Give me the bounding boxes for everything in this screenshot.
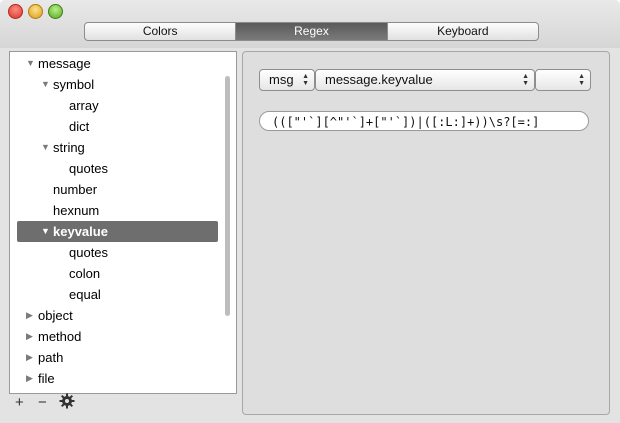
regex-input[interactable]: ((["'`][^"'`]+["'`])|([:L:]+))\s?[=:] xyxy=(259,111,589,131)
tree-item-label: path xyxy=(38,350,64,365)
gear-icon[interactable] xyxy=(59,393,75,414)
tab-control: Colors Regex Keyboard xyxy=(84,22,539,41)
tree-item[interactable]: ▶ object xyxy=(10,305,218,326)
tab-colors[interactable]: Colors xyxy=(85,23,237,40)
tree-item[interactable]: dict xyxy=(10,116,218,137)
tree-item[interactable]: ▼ message xyxy=(10,53,218,74)
tree-item-label: quotes xyxy=(69,245,109,260)
chevron-updown-icon: ▲ ▼ xyxy=(302,73,309,87)
minimize-button[interactable] xyxy=(28,4,43,19)
rule-popup[interactable]: message.keyvalue ▲ ▼ xyxy=(315,69,535,91)
rule-popup-value: message.keyvalue xyxy=(325,72,433,87)
scope-popup-value: msg xyxy=(269,72,294,87)
scrollbar[interactable] xyxy=(225,76,230,316)
close-button[interactable] xyxy=(8,4,23,19)
scope-popup[interactable]: msg ▲ ▼ xyxy=(259,69,315,91)
tree-item-label: file xyxy=(38,371,55,386)
tree-item[interactable]: array xyxy=(10,95,218,116)
tree-toolbar: + − xyxy=(9,393,237,415)
tree-item[interactable]: quotes xyxy=(10,158,218,179)
tree-item-label: quotes xyxy=(69,161,109,176)
tab-regex[interactable]: Regex xyxy=(236,23,388,40)
tree-item-label: equal xyxy=(69,287,101,302)
tree-item-label: method xyxy=(38,329,82,344)
tree-item[interactable]: ▼ string xyxy=(10,137,218,158)
tree-item[interactable]: ▶ path xyxy=(10,347,218,368)
tree-item[interactable]: hexnum xyxy=(10,200,218,221)
tree-item[interactable]: equal xyxy=(10,284,218,305)
titlebar: Colors Regex Keyboard xyxy=(0,0,620,48)
tree-item-label: dict xyxy=(69,119,90,134)
tree-item-label: keyvalue xyxy=(53,224,108,239)
tree-item[interactable]: ▶ method xyxy=(10,326,218,347)
disclosure-closed-icon[interactable]: ▶ xyxy=(26,368,33,389)
tree-item-label: string xyxy=(53,140,85,155)
extra-popup[interactable]: ▲ ▼ xyxy=(535,69,591,91)
tree-item[interactable]: quotes xyxy=(10,242,218,263)
tree-item[interactable]: colon xyxy=(10,263,218,284)
zoom-button[interactable] xyxy=(48,4,63,19)
tree-item-label: message xyxy=(38,56,91,71)
disclosure-open-icon[interactable]: ▼ xyxy=(41,137,50,158)
tree-item-label: number xyxy=(53,182,98,197)
disclosure-open-icon[interactable]: ▼ xyxy=(26,53,35,74)
tab-keyboard[interactable]: Keyboard xyxy=(388,23,538,40)
disclosure-closed-icon[interactable]: ▶ xyxy=(26,347,33,368)
preferences-window: Colors Regex Keyboard ▼ message ▼ symbol arr… xyxy=(0,0,620,423)
tree-item-label: array xyxy=(69,98,99,113)
disclosure-closed-icon[interactable]: ▶ xyxy=(26,305,33,326)
remove-button[interactable]: − xyxy=(38,394,47,412)
tree-item-label: symbol xyxy=(53,77,95,92)
tree-item[interactable]: number xyxy=(10,179,218,200)
tree-item-label: colon xyxy=(69,266,101,281)
tree-item[interactable]: ▼ symbol xyxy=(10,74,218,95)
tree-item-label: object xyxy=(38,308,73,323)
disclosure-open-icon[interactable]: ▼ xyxy=(41,74,50,95)
disclosure-closed-icon[interactable]: ▶ xyxy=(26,326,33,347)
chevron-updown-icon: ▲ ▼ xyxy=(522,73,529,87)
disclosure-open-icon[interactable]: ▼ xyxy=(41,221,50,242)
add-button[interactable]: + xyxy=(15,394,24,412)
tree-item-label: hexnum xyxy=(53,203,100,218)
chevron-updown-icon: ▲ ▼ xyxy=(578,73,585,87)
tree-item[interactable]: ▼ keyvalue xyxy=(17,221,218,242)
rule-tree[interactable]: ▼ message ▼ symbol array dict ▼ string quotes num… xyxy=(9,51,237,394)
regex-panel: msg ▲ ▼ message.keyvalue ▲ ▼ ▲ ▼ ((["'`][^"… xyxy=(242,51,610,415)
tree-item[interactable]: ▶ file xyxy=(10,368,218,389)
